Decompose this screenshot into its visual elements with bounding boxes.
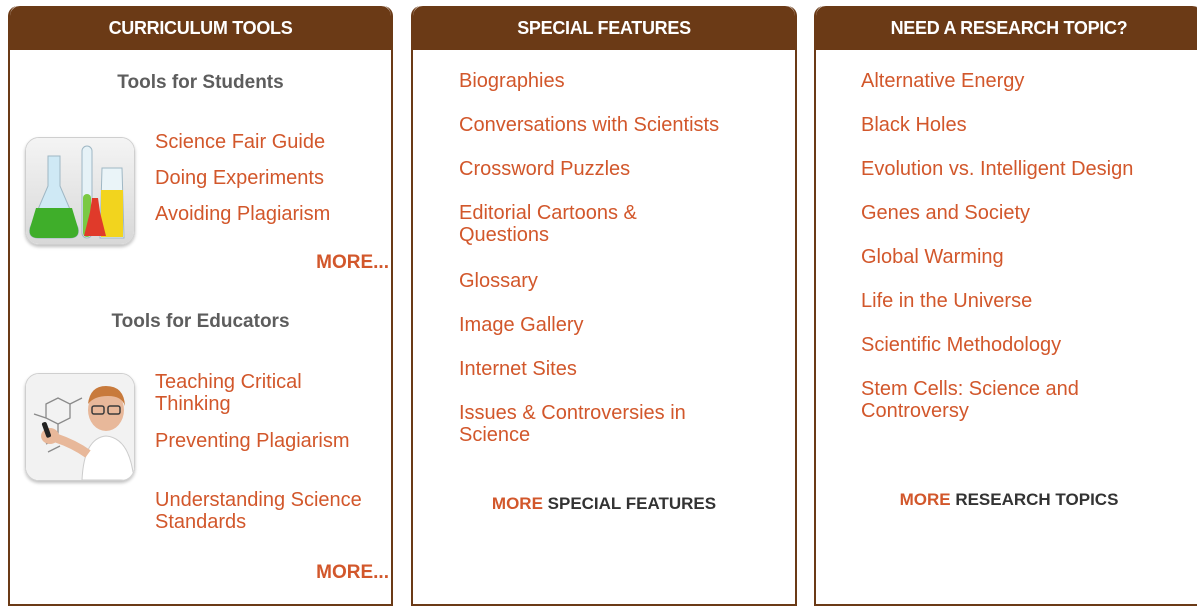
teacher-writing-icon bbox=[25, 373, 135, 481]
link-evolution-vs-intelligent-design[interactable]: Evolution vs. Intelligent Design bbox=[861, 158, 1133, 180]
educators-more-link[interactable]: MORE... bbox=[316, 562, 389, 584]
students-more-link[interactable]: MORE... bbox=[316, 252, 389, 274]
link-crossword-puzzles[interactable]: Crossword Puzzles bbox=[459, 158, 630, 180]
link-image-gallery[interactable]: Image Gallery bbox=[459, 314, 584, 336]
curriculum-tools-header: CURRICULUM TOOLS bbox=[10, 6, 391, 50]
link-biographies[interactable]: Biographies bbox=[459, 70, 565, 92]
link-editorial-cartoons[interactable]: Editorial Cartoons & Questions bbox=[459, 202, 709, 246]
link-science-fair-guide[interactable]: Science Fair Guide bbox=[155, 131, 325, 153]
link-understanding-science-standards[interactable]: Understanding Science Standards bbox=[155, 489, 375, 533]
link-teaching-critical-thinking[interactable]: Teaching Critical Thinking bbox=[155, 371, 375, 415]
link-scientific-methodology[interactable]: Scientific Methodology bbox=[861, 334, 1061, 356]
link-glossary[interactable]: Glossary bbox=[459, 270, 538, 292]
research-topic-header: NEED A RESEARCH TOPIC? bbox=[816, 6, 1197, 50]
link-stem-cells[interactable]: Stem Cells: Science and Controversy bbox=[861, 378, 1131, 422]
more-word: MORE bbox=[491, 494, 543, 513]
link-preventing-plagiarism[interactable]: Preventing Plagiarism bbox=[155, 430, 375, 452]
more-word: MORE bbox=[899, 490, 951, 509]
link-avoiding-plagiarism[interactable]: Avoiding Plagiarism bbox=[155, 203, 330, 225]
link-issues-controversies[interactable]: Issues & Controversies in Science bbox=[459, 402, 759, 446]
more-rest-label: SPECIAL FEATURES bbox=[547, 494, 717, 513]
tools-for-students-heading: Tools for Students bbox=[117, 72, 284, 93]
link-global-warming[interactable]: Global Warming bbox=[861, 246, 1004, 268]
curriculum-tools-panel: CURRICULUM TOOLS Tools for Students Scie… bbox=[8, 6, 393, 606]
link-life-in-the-universe[interactable]: Life in the Universe bbox=[861, 290, 1032, 312]
laboratory-flasks-icon bbox=[25, 137, 135, 245]
link-alternative-energy[interactable]: Alternative Energy bbox=[861, 70, 1024, 92]
tools-for-educators-heading: Tools for Educators bbox=[111, 311, 290, 332]
link-conversations-with-scientists[interactable]: Conversations with Scientists bbox=[459, 114, 719, 136]
link-genes-and-society[interactable]: Genes and Society bbox=[861, 202, 1030, 224]
link-internet-sites[interactable]: Internet Sites bbox=[459, 358, 577, 380]
link-doing-experiments[interactable]: Doing Experiments bbox=[155, 167, 324, 189]
more-rest-label: RESEARCH TOPICS bbox=[955, 490, 1119, 509]
special-features-panel: SPECIAL FEATURES Biographies Conversatio… bbox=[411, 6, 797, 606]
link-black-holes[interactable]: Black Holes bbox=[861, 114, 967, 136]
more-research-topics-link[interactable]: MORE RESEARCH TOPICS bbox=[816, 490, 1197, 510]
special-features-header: SPECIAL FEATURES bbox=[413, 6, 795, 50]
research-topic-panel: NEED A RESEARCH TOPIC? Alternative Energ… bbox=[814, 6, 1197, 606]
more-special-features-link[interactable]: MORE SPECIAL FEATURES bbox=[413, 494, 801, 514]
